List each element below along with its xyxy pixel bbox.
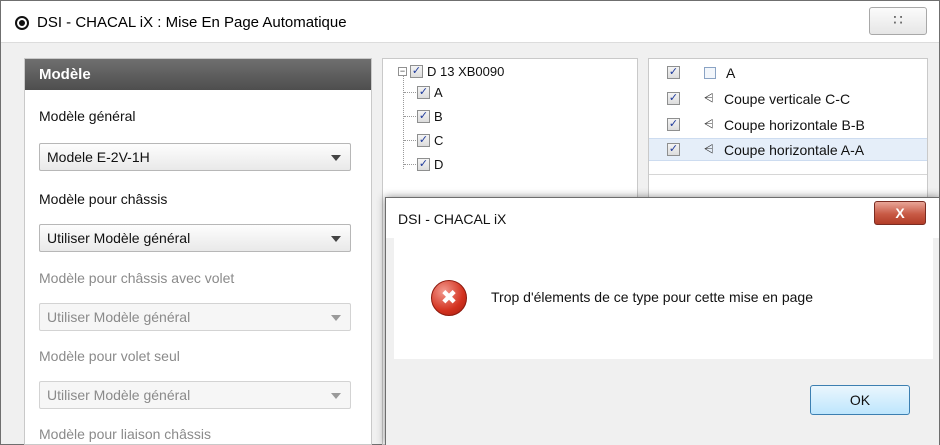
tree-node-d[interactable]: ✓ D — [417, 157, 443, 172]
tree-root-checkbox[interactable]: ✓ — [410, 65, 423, 78]
tree-node-label: D — [434, 157, 444, 172]
tree-root-label: D 13 XB0090 — [427, 64, 505, 79]
tree-connector — [403, 76, 404, 169]
error-icon: ✖ — [431, 280, 467, 316]
tree-node-label: B — [434, 109, 443, 124]
view-checkbox[interactable]: ✓ — [667, 92, 680, 105]
dialog-titlebar: DSI - CHACAL iX X — [386, 198, 939, 238]
dialog-footer: OK — [386, 359, 939, 445]
main-close-button[interactable]: ∷ — [869, 7, 927, 35]
frame-model-label: Modèle pour châssis — [39, 191, 168, 207]
frame-link-model-label: Modèle pour liaison châssis — [39, 426, 211, 442]
tree-root-node[interactable]: − ✓ D 13 XB0090 — [398, 64, 504, 79]
frame-shutter-model-value: Utiliser Modèle général — [47, 309, 191, 325]
view-item-a[interactable]: ✓ A — [649, 61, 927, 84]
dialog-body: ✖ Trop d'élements de ce type pour cette … — [394, 238, 933, 359]
dialog-message: Trop d'élements de ce type pour cette mi… — [491, 289, 814, 305]
view-checkbox[interactable]: ✓ — [667, 66, 680, 79]
shutter-only-model-select: Utiliser Modèle général — [39, 381, 351, 409]
shutter-only-model-value: Utiliser Modèle général — [47, 387, 191, 403]
section-cut-icon: ⩤ — [704, 91, 714, 105]
chevron-down-icon — [331, 155, 341, 161]
tree-node-c[interactable]: ✓ C — [417, 133, 443, 148]
tree-node-label: C — [434, 133, 444, 148]
model-section-header[interactable]: Modèle — [25, 59, 371, 90]
tree-connector — [404, 164, 416, 165]
view-label: Coupe horizontale A-A — [724, 141, 865, 158]
shutter-only-model-label: Modèle pour volet seul — [39, 348, 180, 364]
tree-node-checkbox[interactable]: ✓ — [417, 86, 430, 99]
main-window-title: DSI - CHACAL iX : Mise En Page Automatiq… — [37, 14, 347, 31]
main-titlebar: DSI - CHACAL iX : Mise En Page Automatiq… — [1, 1, 939, 43]
tree-connector — [404, 116, 416, 117]
chevron-down-icon — [331, 315, 341, 321]
tree-connector — [404, 140, 416, 141]
app-icon — [15, 16, 29, 30]
view-checkbox[interactable]: ✓ — [667, 143, 680, 156]
list-divider — [649, 174, 927, 175]
view-item-coupe-horizontale-aa[interactable]: ✓ ⩤ Coupe horizontale A-A — [649, 138, 927, 161]
view-label: Coupe horizontale B-B — [724, 116, 865, 133]
view-label: A — [726, 64, 736, 81]
collapse-icon[interactable]: − — [398, 67, 407, 76]
dialog-title: DSI - CHACAL iX — [398, 211, 507, 227]
tree-node-checkbox[interactable]: ✓ — [417, 158, 430, 171]
tree-node-a[interactable]: ✓ A — [417, 85, 443, 100]
section-cut-icon: ⩤ — [704, 117, 714, 131]
frame-model-select[interactable]: Utiliser Modèle général — [39, 224, 351, 252]
plain-view-icon — [704, 66, 716, 79]
frame-shutter-model-select: Utiliser Modèle général — [39, 303, 351, 331]
tree-node-b[interactable]: ✓ B — [417, 109, 443, 124]
chevron-down-icon — [331, 393, 341, 399]
general-model-value: Modele E-2V-1H — [47, 149, 150, 165]
frame-shutter-model-label: Modèle pour châssis avec volet — [39, 270, 235, 286]
view-checkbox[interactable]: ✓ — [667, 118, 680, 131]
dialog-close-button[interactable]: X — [874, 201, 926, 225]
chevron-down-icon — [331, 236, 341, 242]
ok-button[interactable]: OK — [810, 385, 910, 415]
view-item-coupe-horizontale-bb[interactable]: ✓ ⩤ Coupe horizontale B-B — [649, 113, 927, 136]
tree-node-checkbox[interactable]: ✓ — [417, 110, 430, 123]
view-label: Coupe verticale C-C — [724, 90, 851, 107]
error-dialog: DSI - CHACAL iX X ✖ Trop d'élements de c… — [385, 197, 940, 445]
tree-node-label: A — [434, 85, 443, 100]
view-item-coupe-verticale-cc[interactable]: ✓ ⩤ Coupe verticale C-C — [649, 87, 927, 110]
tree-node-checkbox[interactable]: ✓ — [417, 134, 430, 147]
general-model-select[interactable]: Modele E-2V-1H — [39, 143, 351, 171]
model-panel: Modèle Modèle général Modele E-2V-1H Mod… — [24, 58, 372, 445]
tree-connector — [404, 92, 416, 93]
general-model-label: Modèle général — [39, 108, 136, 124]
frame-model-value: Utiliser Modèle général — [47, 230, 191, 246]
section-cut-icon: ⩤ — [704, 142, 714, 156]
